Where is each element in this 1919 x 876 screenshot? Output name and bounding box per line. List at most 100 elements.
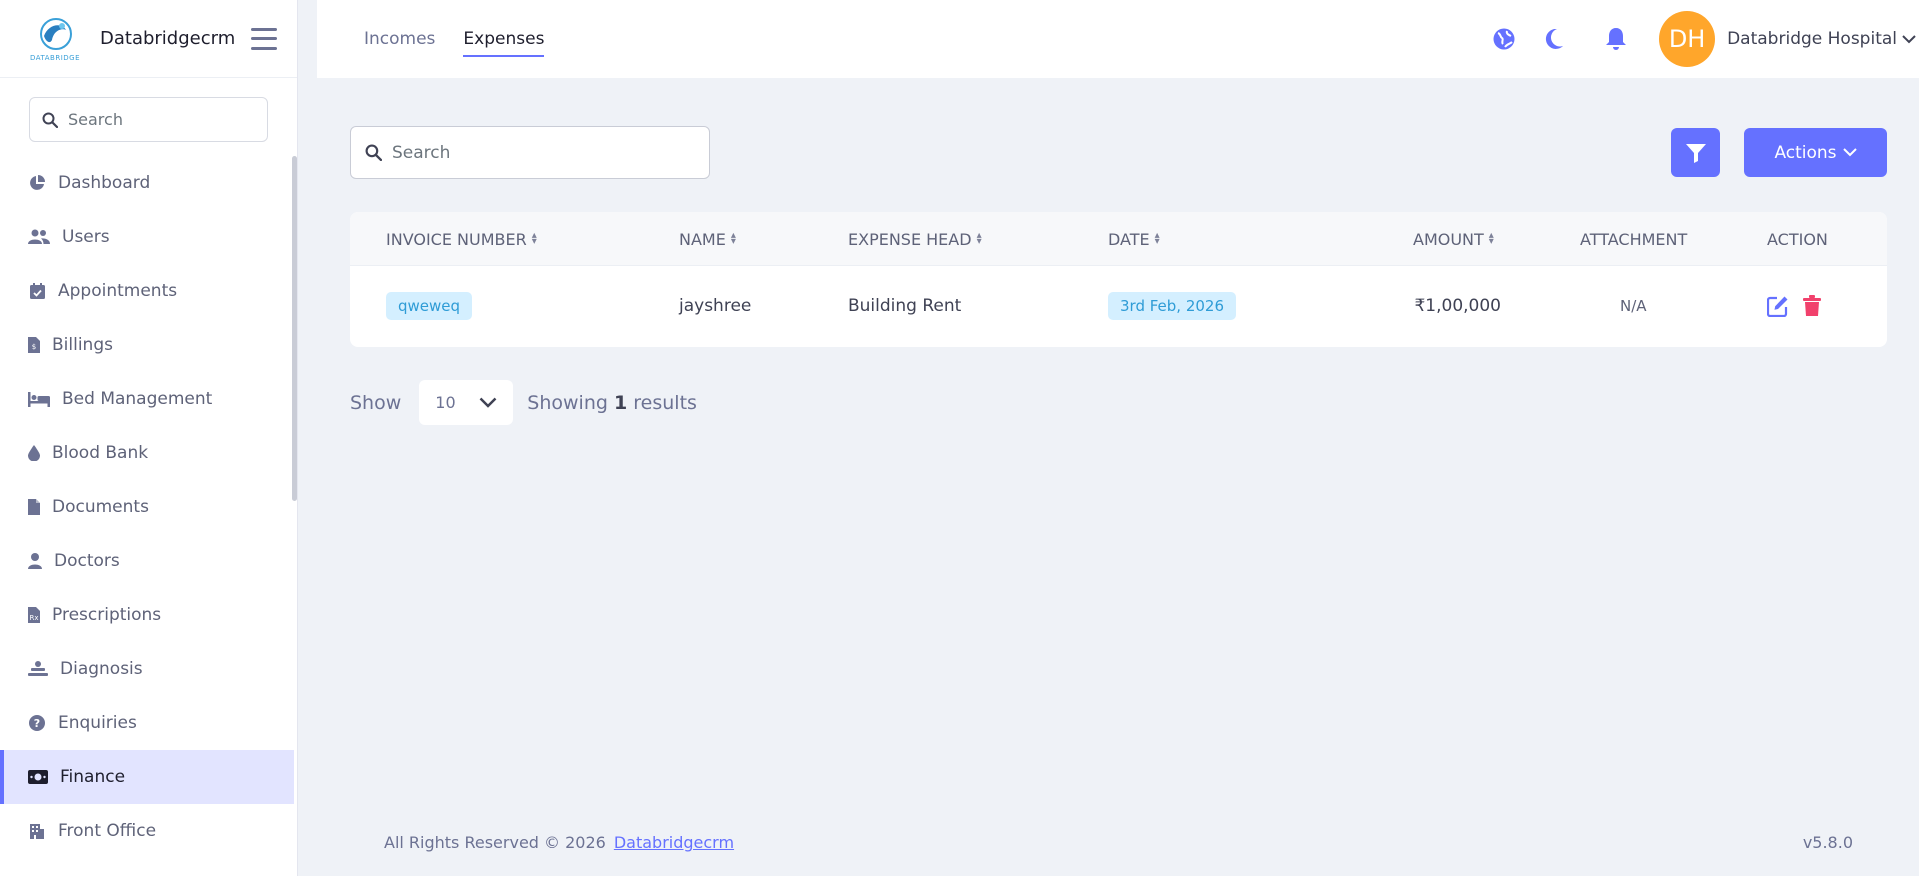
app-version: v5.8.0 [1802,833,1853,852]
doctor-icon [28,552,42,570]
column-label: DATE [1108,229,1150,249]
edit-icon[interactable] [1767,295,1789,317]
invoice-number-badge[interactable]: qweweq [386,292,473,320]
actions-label: Actions [1774,142,1837,163]
cell-invoice-number: qweweq [386,266,473,346]
sort-icon: ▴ ▾ [1154,230,1160,247]
sidebar-item-prescriptions[interactable]: Rx Prescriptions [0,588,294,642]
cell-name: jayshree [679,296,752,316]
column-label: INVOICE NUMBER [386,229,527,249]
top-header: Incomes Expenses DH Databridge Hospital [317,0,1919,78]
sidebar-item-enquiries[interactable]: ? Enquiries [0,696,294,750]
sidebar-item-bed-management[interactable]: Bed Management [0,372,294,426]
moon-icon[interactable] [1541,26,1567,52]
sidebar-search-input[interactable] [68,110,248,129]
sidebar-item-label: Bed Management [62,389,213,409]
copyright-text: All Rights Reserved © 2026 [384,833,606,852]
column-label: ATTACHMENT [1580,229,1688,249]
sidebar-item-appointments[interactable]: Appointments [0,264,294,318]
sidebar-menu: Dashboard Users Appointments $ Billings … [0,156,294,858]
sidebar-item-doctors[interactable]: Doctors [0,534,294,588]
bell-icon[interactable] [1603,26,1629,52]
sidebar-search [29,97,268,142]
date-badge: 3rd Feb, 2026 [1108,292,1237,320]
column-header-attachment: ATTACHMENT [1580,212,1687,266]
footer-copyright: All Rights Reserved © 2026 Databridgecrm [384,833,734,852]
expenses-search-input[interactable] [392,142,692,163]
sidebar-item-label: Doctors [54,551,120,571]
sidebar-item-blood-bank[interactable]: Blood Bank [0,426,294,480]
column-header-amount[interactable]: AMOUNT ▴ ▾ [1413,212,1494,266]
column-header-name[interactable]: NAME ▴ ▾ [679,212,736,266]
page-size-select[interactable]: 10 [419,380,514,425]
brand: DATABRIDGE Databridgecrm [0,0,297,78]
prescription-icon: Rx [28,606,40,624]
tab-incomes[interactable]: Incomes [364,21,435,57]
cell-action [1767,266,1821,346]
column-header-action: ACTION [1767,212,1828,266]
sidebar-item-finance[interactable]: Finance [0,750,294,804]
globe-icon[interactable] [1491,26,1517,52]
user-name[interactable]: Databridge Hospital [1727,29,1897,49]
column-label: AMOUNT [1413,229,1484,249]
cell-attachment: N/A [1620,297,1647,315]
sidebar-item-label: Enquiries [58,713,137,733]
footer-brand-link[interactable]: Databridgecrm [614,833,734,852]
brand-name: Databridgecrm [100,28,236,49]
sidebar-item-label: Finance [60,767,126,787]
droplet-icon [28,444,40,462]
show-label: Show [350,391,402,414]
sidebar-item-diagnosis[interactable]: Diagnosis [0,642,294,696]
svg-text:Rx: Rx [29,614,38,622]
file-icon [28,498,40,516]
showing-prefix: Showing [527,391,608,414]
column-label: ACTION [1767,229,1828,249]
sidebar-item-dashboard[interactable]: Dashboard [0,156,294,210]
building-icon [28,822,46,840]
question-circle-icon: ? [28,714,46,732]
sidebar-item-label: Billings [52,335,113,355]
sidebar-scrollbar[interactable] [292,156,297,501]
sidebar-item-label: Blood Bank [52,443,149,463]
chevron-down-icon[interactable] [1901,26,1917,52]
column-header-expense-head[interactable]: EXPENSE HEAD ▴ ▾ [848,212,982,266]
cell-expense-head: Building Rent [848,296,962,316]
svg-text:?: ? [34,717,40,730]
sort-icon: ▴ ▾ [730,230,736,247]
sidebar-item-label: Users [62,227,110,247]
sidebar-item-label: Prescriptions [52,605,162,625]
column-label: EXPENSE HEAD [848,229,972,249]
showing-suffix: results [633,391,697,414]
header-actions: DH Databridge Hospital [1491,0,1919,78]
avatar[interactable]: DH [1659,11,1716,67]
filter-button[interactable] [1671,128,1720,177]
table-row: qweweq jayshree Building Rent 3rd Feb, 2… [350,266,1887,346]
calendar-check-icon [28,282,46,300]
column-header-date[interactable]: DATE ▴ ▾ [1108,212,1160,266]
chart-pie-icon [28,174,46,192]
column-label: NAME [679,229,726,249]
sidebar-item-front-office[interactable]: Front Office [0,804,294,858]
cell-amount: ₹1,00,000 [1414,296,1501,316]
logo-text: DATABRIDGE [30,53,81,62]
finance-tabs: Incomes Expenses [364,0,545,78]
actions-button[interactable]: Actions [1744,128,1887,177]
brand-logo[interactable]: DATABRIDGE [28,14,88,64]
trash-icon[interactable] [1803,295,1821,317]
sidebar-item-users[interactable]: Users [0,210,294,264]
menu-toggle-icon[interactable] [251,27,278,50]
chevron-down-icon [1842,148,1857,157]
table-header: INVOICE NUMBER ▴ ▾ NAME ▴ ▾ EXPENSE HEAD ▴… [350,212,1887,266]
column-header-invoice-number[interactable]: INVOICE NUMBER ▴ ▾ [386,212,537,266]
search-icon [365,144,382,161]
sidebar-item-documents[interactable]: Documents [0,480,294,534]
sidebar-item-billings[interactable]: $ Billings [0,318,294,372]
results-summary: Showing 1 results [527,392,697,414]
bed-icon [28,390,50,408]
sidebar-item-label: Dashboard [58,173,151,193]
file-invoice-icon: $ [28,336,40,354]
sort-icon: ▴ ▾ [976,230,982,247]
users-icon [28,228,50,246]
tab-expenses[interactable]: Expenses [463,21,545,57]
sort-icon: ▴ ▾ [1488,230,1494,247]
